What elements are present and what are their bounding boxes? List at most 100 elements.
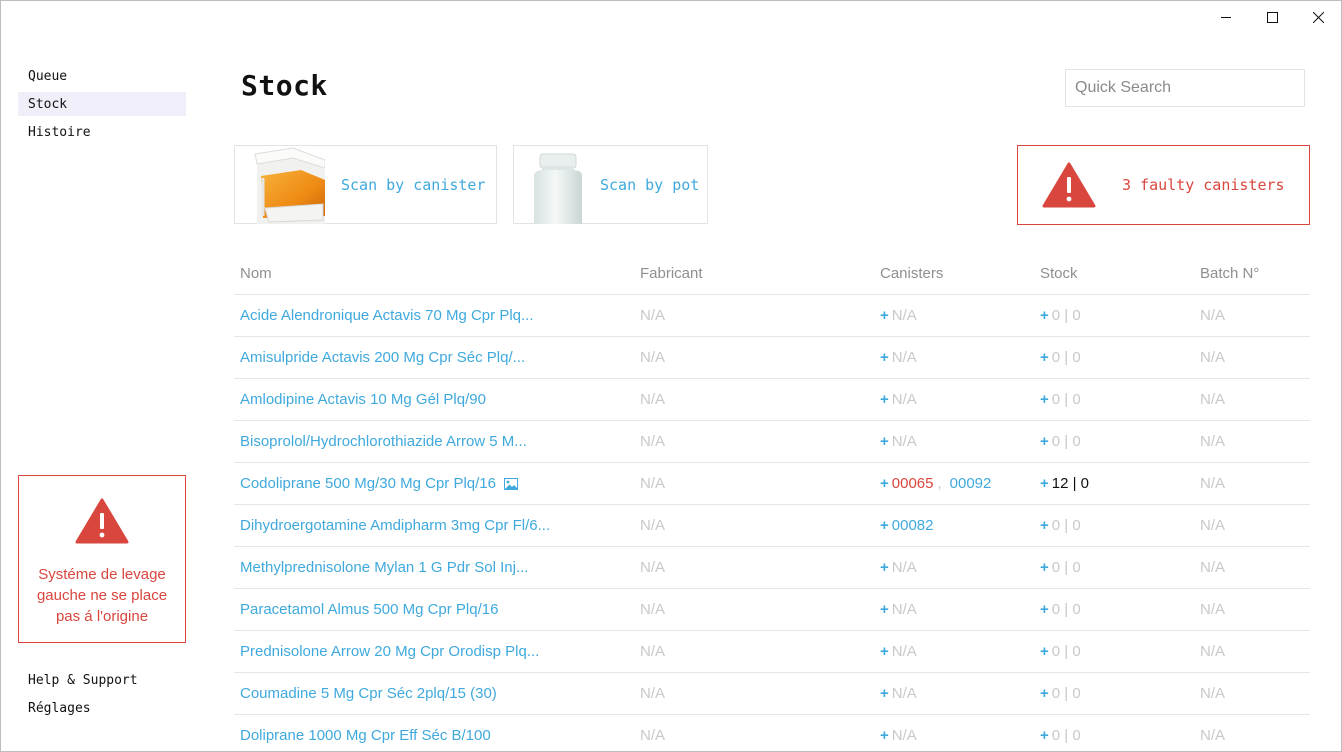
table-row[interactable]: Coumadine 5 Mg Cpr Séc 2plq/15 (30) N/A … — [234, 673, 1310, 715]
add-canister-button[interactable]: + — [880, 349, 889, 366]
table-row[interactable]: Acide Alendronique Actavis 70 Mg Cpr Plq… — [234, 295, 1310, 337]
image-icon[interactable] — [503, 478, 518, 490]
fabricant-value: N/A — [640, 685, 666, 702]
warning-triangle-icon — [1042, 162, 1096, 208]
sidebar-bottom-nav: Help & Support Réglages — [18, 668, 186, 724]
add-canister-button[interactable]: + — [880, 727, 889, 744]
window-controls — [1203, 1, 1341, 33]
product-name-link[interactable]: Codoliprane 500 Mg/30 Mg Cpr Plq/16 — [240, 475, 496, 492]
product-name-link[interactable]: Methylprednisolone Mylan 1 G Pdr Sol Inj… — [240, 559, 528, 576]
add-canister-button[interactable]: + — [880, 643, 889, 660]
header-fabricant[interactable]: Fabricant — [634, 265, 874, 282]
canister-faulty-link[interactable]: 00065 — [892, 475, 934, 492]
close-icon — [1312, 11, 1324, 23]
add-stock-button[interactable]: + — [1040, 433, 1049, 450]
canisters-value: N/A — [891, 433, 917, 450]
add-canister-button[interactable]: + — [880, 601, 889, 618]
minimize-button[interactable] — [1203, 1, 1249, 33]
page-title: Stock — [241, 69, 328, 102]
fabricant-value: N/A — [640, 391, 666, 408]
fabricant-value: N/A — [640, 475, 666, 492]
table-row[interactable]: Paracetamol Almus 500 Mg Cpr Plq/16 N/A … — [234, 589, 1310, 631]
header-nom[interactable]: Nom — [234, 265, 634, 282]
fabricant-value: N/A — [640, 601, 666, 618]
add-canister-button[interactable]: + — [880, 307, 889, 324]
sidebar-item-histoire[interactable]: Histoire — [18, 120, 186, 144]
batch-value: N/A — [1200, 685, 1226, 702]
canister-image — [235, 146, 325, 224]
table-row[interactable]: Amisulpride Actavis 200 Mg Cpr Séc Plq/.… — [234, 337, 1310, 379]
add-stock-button[interactable]: + — [1040, 349, 1049, 366]
product-name-link[interactable]: Amisulpride Actavis 200 Mg Cpr Séc Plq/.… — [240, 349, 525, 366]
product-name-link[interactable]: Prednisolone Arrow 20 Mg Cpr Orodisp Plq… — [240, 643, 539, 660]
add-stock-button[interactable]: + — [1040, 517, 1049, 534]
batch-value: N/A — [1200, 517, 1226, 534]
table-row[interactable]: Codoliprane 500 Mg/30 Mg Cpr Plq/16 N/A … — [234, 463, 1310, 505]
stock-value: 12 | 0 — [1051, 475, 1090, 492]
close-button[interactable] — [1295, 1, 1341, 33]
product-name-link[interactable]: Dihydroergotamine Amdipharm 3mg Cpr Fl/6… — [240, 517, 550, 534]
table-row[interactable]: Bisoprolol/Hydrochlorothiazide Arrow 5 M… — [234, 421, 1310, 463]
batch-value: N/A — [1200, 307, 1226, 324]
maximize-button[interactable] — [1249, 1, 1295, 33]
add-stock-button[interactable]: + — [1040, 391, 1049, 408]
table-row[interactable]: Amlodipine Actavis 10 Mg Gél Plq/90 N/A … — [234, 379, 1310, 421]
canisters-value: N/A — [891, 727, 917, 744]
product-name-link[interactable]: Coumadine 5 Mg Cpr Séc 2plq/15 (30) — [240, 685, 497, 702]
canisters-value: N/A — [891, 601, 917, 618]
add-canister-button[interactable]: + — [880, 685, 889, 702]
scan-by-pot-button[interactable]: Scan by pot — [513, 145, 708, 224]
batch-value: N/A — [1200, 643, 1226, 660]
table-header: Nom Fabricant Canisters Stock Batch N° — [234, 253, 1310, 295]
sidebar-nav: Queue Stock Histoire — [18, 64, 186, 148]
product-name-link[interactable]: Paracetamol Almus 500 Mg Cpr Plq/16 — [240, 601, 498, 618]
header-canisters[interactable]: Canisters — [874, 265, 1034, 282]
add-canister-button[interactable]: + — [880, 517, 889, 534]
add-stock-button[interactable]: + — [1040, 685, 1049, 702]
scan-by-canister-label: Scan by canister — [341, 175, 486, 194]
sidebar-item-stock[interactable]: Stock — [18, 92, 186, 116]
add-stock-button[interactable]: + — [1040, 475, 1049, 492]
sidebar-item-help[interactable]: Help & Support — [18, 668, 186, 692]
header-batch[interactable]: Batch N° — [1194, 265, 1310, 282]
add-stock-button[interactable]: + — [1040, 727, 1049, 744]
add-stock-button[interactable]: + — [1040, 601, 1049, 618]
maximize-icon — [1266, 11, 1278, 23]
table-row[interactable]: Prednisolone Arrow 20 Mg Cpr Orodisp Plq… — [234, 631, 1310, 673]
minimize-icon — [1220, 16, 1231, 18]
stock-value: 0 | 0 — [1051, 643, 1081, 660]
table-row[interactable]: Methylprednisolone Mylan 1 G Pdr Sol Inj… — [234, 547, 1310, 589]
sidebar-item-settings[interactable]: Réglages — [18, 696, 186, 720]
table-row[interactable]: Dihydroergotamine Amdipharm 3mg Cpr Fl/6… — [234, 505, 1310, 547]
batch-value: N/A — [1200, 559, 1226, 576]
add-canister-button[interactable]: + — [880, 475, 889, 492]
stock-value: 0 | 0 — [1051, 685, 1081, 702]
batch-value: N/A — [1200, 433, 1226, 450]
table-row[interactable]: Doliprane 1000 Mg Cpr Eff Séc B/100 N/A … — [234, 715, 1310, 751]
scan-by-canister-button[interactable]: Scan by canister — [234, 145, 497, 224]
stock-table: Nom Fabricant Canisters Stock Batch N° A… — [234, 253, 1310, 751]
product-name-link[interactable]: Bisoprolol/Hydrochlorothiazide Arrow 5 M… — [240, 433, 527, 450]
add-stock-button[interactable]: + — [1040, 307, 1049, 324]
product-name-link[interactable]: Doliprane 1000 Mg Cpr Eff Séc B/100 — [240, 727, 491, 744]
add-canister-button[interactable]: + — [880, 559, 889, 576]
add-canister-button[interactable]: + — [880, 433, 889, 450]
sidebar-item-queue[interactable]: Queue — [18, 64, 186, 88]
add-stock-button[interactable]: + — [1040, 643, 1049, 660]
faulty-canisters-label: 3 faulty canisters — [1122, 176, 1285, 194]
stock-value: 0 | 0 — [1051, 727, 1081, 744]
faulty-canisters-button[interactable]: 3 faulty canisters — [1017, 145, 1310, 225]
add-canister-button[interactable]: + — [880, 391, 889, 408]
search-input[interactable] — [1065, 69, 1305, 107]
header-stock[interactable]: Stock — [1034, 265, 1194, 282]
product-name-link[interactable]: Amlodipine Actavis 10 Mg Gél Plq/90 — [240, 391, 486, 408]
canister-link[interactable]: 00092 — [950, 475, 992, 492]
system-alert[interactable]: Systéme de levage gauche ne se place pas… — [18, 475, 186, 643]
fabricant-value: N/A — [640, 517, 666, 534]
add-stock-button[interactable]: + — [1040, 559, 1049, 576]
scan-by-pot-label: Scan by pot — [600, 175, 700, 194]
canister-link[interactable]: 00082 — [892, 517, 934, 534]
stock-value: 0 | 0 — [1051, 349, 1081, 366]
batch-value: N/A — [1200, 727, 1226, 744]
product-name-link[interactable]: Acide Alendronique Actavis 70 Mg Cpr Plq… — [240, 307, 534, 324]
